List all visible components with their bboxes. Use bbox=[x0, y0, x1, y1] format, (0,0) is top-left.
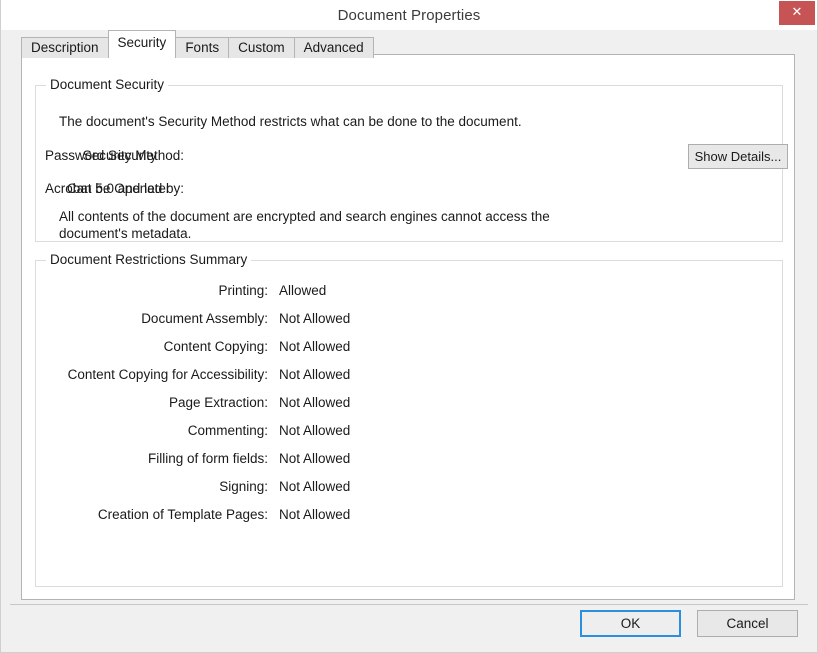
document-restrictions-group-title: Document Restrictions Summary bbox=[46, 252, 252, 267]
restriction-label: Document Assembly: bbox=[141, 311, 268, 326]
ok-button[interactable]: OK bbox=[580, 610, 681, 637]
restriction-row-signing: Signing: Not Allowed bbox=[36, 479, 350, 494]
tab-area: Description Security Fonts Custom Advanc… bbox=[21, 30, 797, 601]
security-method-value: Password Security bbox=[45, 148, 157, 163]
dialog-button-bar: OK Cancel bbox=[10, 608, 808, 644]
tab-custom[interactable]: Custom bbox=[228, 37, 295, 58]
restriction-label: Content Copying for Accessibility: bbox=[67, 367, 268, 382]
title-bar: Document Properties ✕ bbox=[1, 0, 817, 30]
restriction-label: Content Copying: bbox=[163, 339, 268, 354]
document-restrictions-group: Document Restrictions Summary Printing: … bbox=[35, 252, 783, 587]
can-be-opened-by-value: Acrobat 5.0 and later bbox=[45, 181, 171, 196]
restriction-row-printing: Printing: Allowed bbox=[36, 283, 326, 298]
restriction-row-content-copying: Content Copying: Not Allowed bbox=[36, 339, 351, 354]
restriction-value: Not Allowed bbox=[279, 423, 351, 438]
restriction-row-filling-form-fields: Filling of form fields: Not Allowed bbox=[36, 451, 350, 466]
restriction-value: Not Allowed bbox=[279, 339, 351, 354]
document-properties-dialog: Document Properties ✕ Description Securi… bbox=[0, 0, 818, 653]
tab-strip: Description Security Fonts Custom Advanc… bbox=[21, 30, 797, 58]
cancel-button[interactable]: Cancel bbox=[697, 610, 798, 637]
restriction-value: Not Allowed bbox=[279, 367, 351, 382]
close-button[interactable]: ✕ bbox=[779, 1, 815, 25]
tab-fonts[interactable]: Fonts bbox=[175, 37, 230, 58]
tab-advanced[interactable]: Advanced bbox=[293, 37, 374, 58]
restriction-value: Not Allowed bbox=[279, 479, 351, 494]
footer-divider bbox=[10, 604, 808, 605]
tab-security[interactable]: Security bbox=[107, 30, 177, 55]
restriction-value: Allowed bbox=[279, 283, 327, 298]
restriction-label: Page Extraction: bbox=[168, 395, 268, 410]
restriction-row-creation-template-pages: Creation of Template Pages: Not Allowed bbox=[36, 507, 350, 522]
restriction-label: Creation of Template Pages: bbox=[97, 507, 268, 522]
restriction-value: Not Allowed bbox=[279, 395, 351, 410]
close-icon: ✕ bbox=[791, 5, 803, 20]
restriction-row-commenting: Commenting: Not Allowed bbox=[36, 423, 351, 438]
security-intro-text: The document's Security Method restricts… bbox=[59, 114, 522, 129]
restriction-label: Signing: bbox=[219, 479, 268, 494]
restriction-label: Printing: bbox=[218, 283, 268, 298]
restriction-row-page-extraction: Page Extraction: Not Allowed bbox=[36, 395, 350, 410]
restriction-label: Filling of form fields: bbox=[147, 451, 268, 466]
document-security-group: Document Security The document's Securit… bbox=[35, 77, 788, 242]
restriction-value: Not Allowed bbox=[279, 507, 351, 522]
document-security-group-title: Document Security bbox=[46, 77, 169, 92]
restriction-value: Not Allowed bbox=[279, 311, 351, 326]
restriction-row-content-copying-accessibility: Content Copying for Accessibility: Not A… bbox=[36, 367, 351, 382]
tab-description[interactable]: Description bbox=[21, 37, 109, 58]
show-details-button[interactable]: Show Details... bbox=[688, 144, 788, 169]
restriction-label: Commenting: bbox=[187, 423, 268, 438]
restriction-row-document-assembly: Document Assembly: Not Allowed bbox=[36, 311, 350, 326]
encryption-note: All contents of the document are encrypt… bbox=[59, 209, 550, 241]
security-tab-panel: Document Security The document's Securit… bbox=[21, 54, 795, 600]
page-title: Document Properties bbox=[337, 7, 481, 24]
restriction-value: Not Allowed bbox=[279, 451, 351, 466]
